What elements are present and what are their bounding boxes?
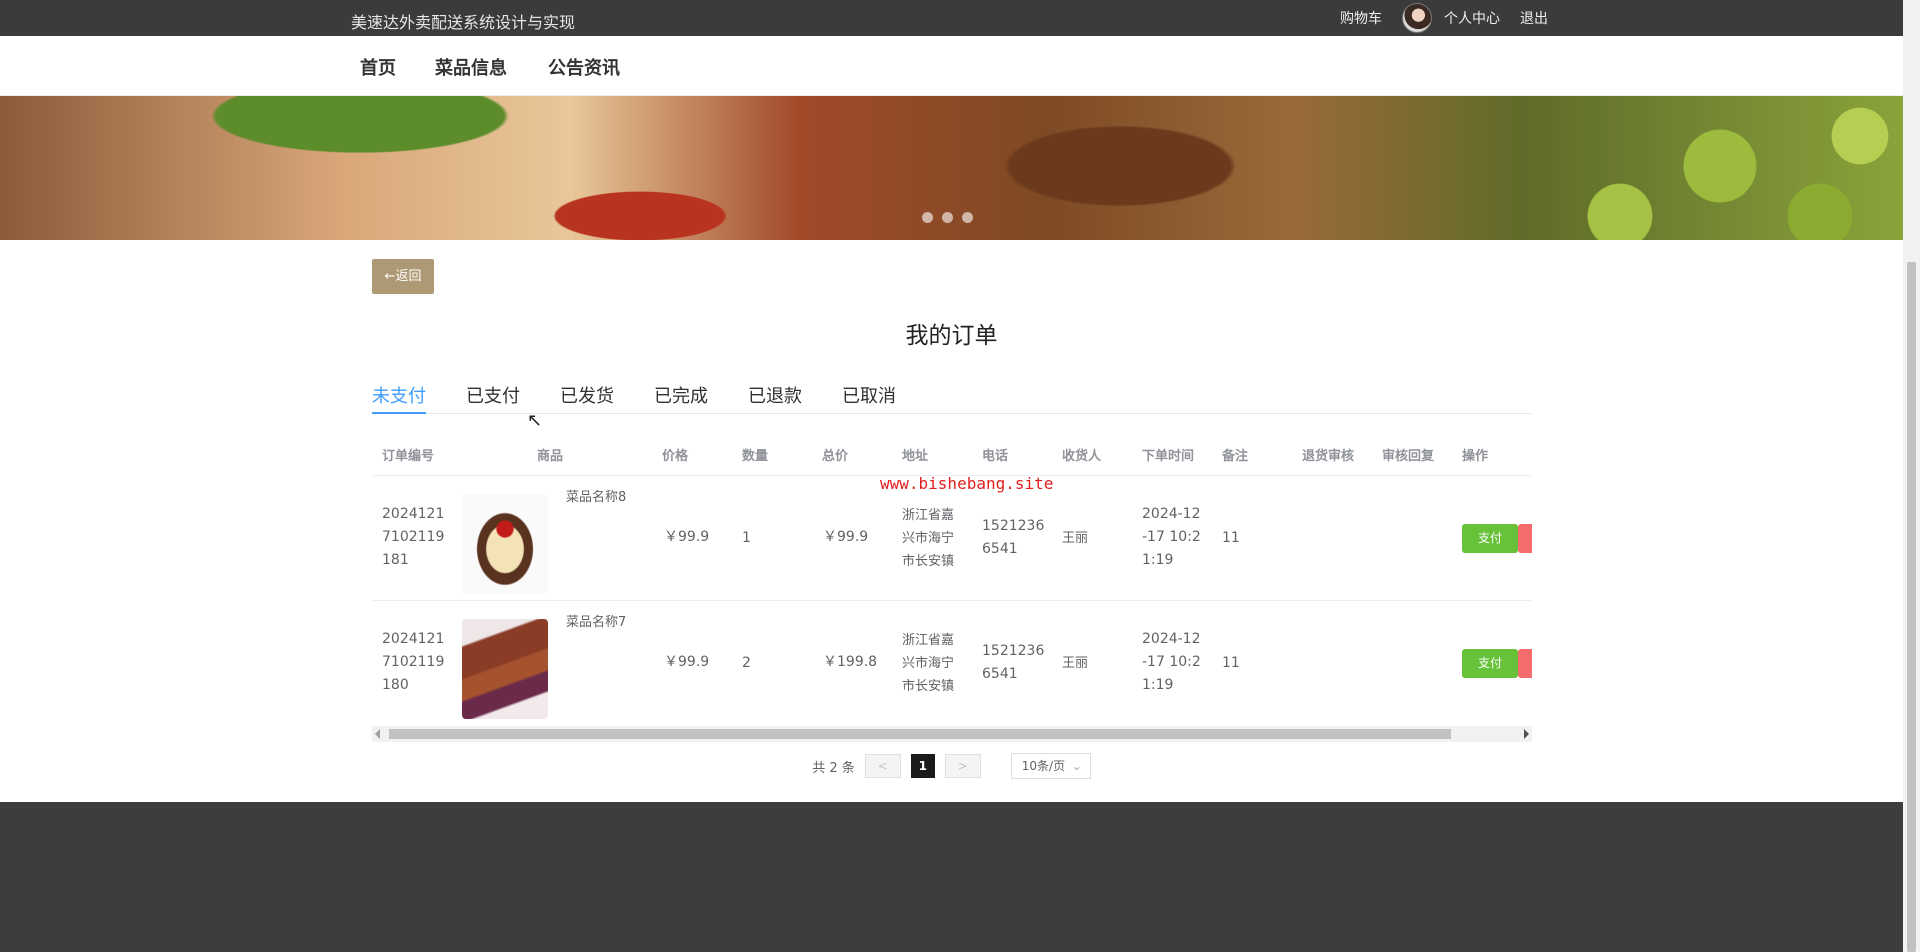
total-count: 共 2 条 [812, 760, 855, 776]
horizontal-scrollbar[interactable] [372, 726, 1532, 742]
address: 浙江省嘉 兴市海宁 市长安镇 [902, 633, 955, 694]
col-refund-review: 退货审核 [1302, 449, 1355, 464]
quantity: 2 [742, 655, 751, 671]
table-header: 订单编号 商品 价格 数量 总价 地址 电话 收货人 下单时间 备注 退货审核 … [372, 432, 1532, 476]
receiver: 王丽 [1062, 531, 1089, 546]
carousel-dots [922, 212, 982, 223]
table-row: 2024121 7102119 181 菜品名称8 ￥99.9 1 ￥99.9 浙江… [372, 476, 1532, 601]
col-time: 下单时间 [1142, 449, 1195, 464]
cancel-button[interactable] [1518, 524, 1532, 553]
carousel-dot[interactable] [942, 212, 953, 223]
carousel-dot[interactable] [922, 212, 933, 223]
scrollbar-thumb[interactable] [389, 729, 1451, 739]
cancel-button[interactable] [1518, 649, 1532, 678]
col-phone: 电话 [982, 449, 1009, 464]
tab-cancelled[interactable]: 已取消 [842, 382, 896, 414]
phone: 1521236 6541 [982, 518, 1045, 557]
total-price: ￥99.9 [823, 529, 869, 545]
carousel-dot[interactable] [962, 212, 973, 223]
dessert-image [462, 494, 548, 594]
product-name[interactable]: 菜品名称7 [566, 611, 626, 634]
nav-news[interactable]: 公告资讯 [548, 54, 620, 80]
chevron-down-icon: ⌄ [1071, 759, 1082, 773]
note: 11 [1222, 655, 1240, 671]
tab-paid[interactable]: 已支付 [466, 382, 520, 414]
tab-refunded[interactable]: 已退款 [748, 382, 802, 414]
price: ￥99.9 [664, 654, 710, 670]
quantity: 1 [742, 530, 751, 546]
avatar[interactable] [1402, 3, 1432, 33]
pay-button[interactable]: 支付 [1462, 649, 1518, 678]
col-review-reply: 审核回复 [1382, 449, 1435, 464]
logout-link[interactable]: 退出 [1520, 8, 1548, 28]
site-title: 美速达外卖配送系统设计与实现 [351, 13, 576, 32]
col-address: 地址 [902, 449, 929, 464]
skewer-image [462, 619, 548, 719]
nav-dishes[interactable]: 菜品信息 [435, 54, 507, 80]
tab-shipped[interactable]: 已发货 [560, 382, 614, 414]
tab-unpaid[interactable]: 未支付 [372, 382, 426, 414]
col-product: 商品 [537, 449, 564, 464]
order-time: 2024-12 -17 10:2 1:19 [1142, 506, 1201, 568]
product-name[interactable]: 菜品名称8 [566, 486, 626, 509]
scroll-left-icon[interactable] [375, 729, 380, 739]
col-receiver: 收货人 [1062, 449, 1102, 464]
top-links: 购物车 个人中心 退出 [1320, 0, 1548, 36]
order-no: 2024121 7102119 181 [382, 506, 445, 568]
order-no: 2024121 7102119 180 [382, 631, 445, 693]
page-1-button[interactable]: 1 [910, 754, 935, 778]
main-nav: 首页 菜品信息 公告资讯 [0, 36, 1903, 96]
phone: 1521236 6541 [982, 643, 1045, 682]
col-price: 价格 [662, 449, 689, 464]
col-qty: 数量 [742, 449, 769, 464]
tab-completed[interactable]: 已完成 [654, 382, 708, 414]
order-status-tabs: 未支付 已支付 已发货 已完成 已退款 已取消 [372, 382, 1532, 414]
next-page-button[interactable]: > [944, 754, 981, 778]
note: 11 [1222, 530, 1240, 546]
col-total: 总价 [822, 449, 849, 464]
vertical-scrollbar-thumb[interactable] [1907, 262, 1916, 952]
address: 浙江省嘉 兴市海宁 市长安镇 [902, 508, 955, 569]
receiver: 王丽 [1062, 656, 1089, 671]
nav-home[interactable]: 首页 [360, 54, 396, 80]
pay-button[interactable]: 支付 [1462, 524, 1518, 553]
page-size-value: 10条/页 [1021, 759, 1066, 773]
page-title: 我的订单 [905, 323, 998, 349]
col-order-no: 订单编号 [382, 449, 435, 464]
scroll-right-icon[interactable] [1524, 729, 1529, 739]
table-row: 2024121 7102119 180 菜品名称7 ￥99.9 2 ￥199.8 浙… [372, 601, 1532, 724]
order-time: 2024-12 -17 10:2 1:19 [1142, 631, 1201, 693]
pagination: 共 2 条 < 1 > 10条/页 ⌄ [0, 752, 1903, 780]
top-bar: 美速达外卖配送系统设计与实现 购物车 个人中心 退出 [0, 0, 1903, 36]
profile-link[interactable]: 个人中心 [1444, 8, 1500, 28]
prev-page-button[interactable]: < [864, 754, 901, 778]
total-price: ￥199.8 [823, 654, 878, 670]
cart-link[interactable]: 购物车 [1340, 8, 1382, 28]
col-actions: 操作 [1462, 449, 1489, 464]
vertical-scrollbar[interactable] [1903, 0, 1920, 952]
mouse-cursor-icon: ↖ [527, 410, 543, 431]
page-size-select[interactable]: 10条/页 ⌄ [1010, 753, 1091, 779]
price: ￥99.9 [664, 529, 710, 545]
banner-carousel [0, 96, 1903, 240]
col-note: 备注 [1222, 449, 1249, 464]
back-button[interactable]: ←返回 [372, 259, 434, 294]
watermark: www.bishebang.site [880, 474, 1054, 493]
footer [0, 802, 1903, 952]
